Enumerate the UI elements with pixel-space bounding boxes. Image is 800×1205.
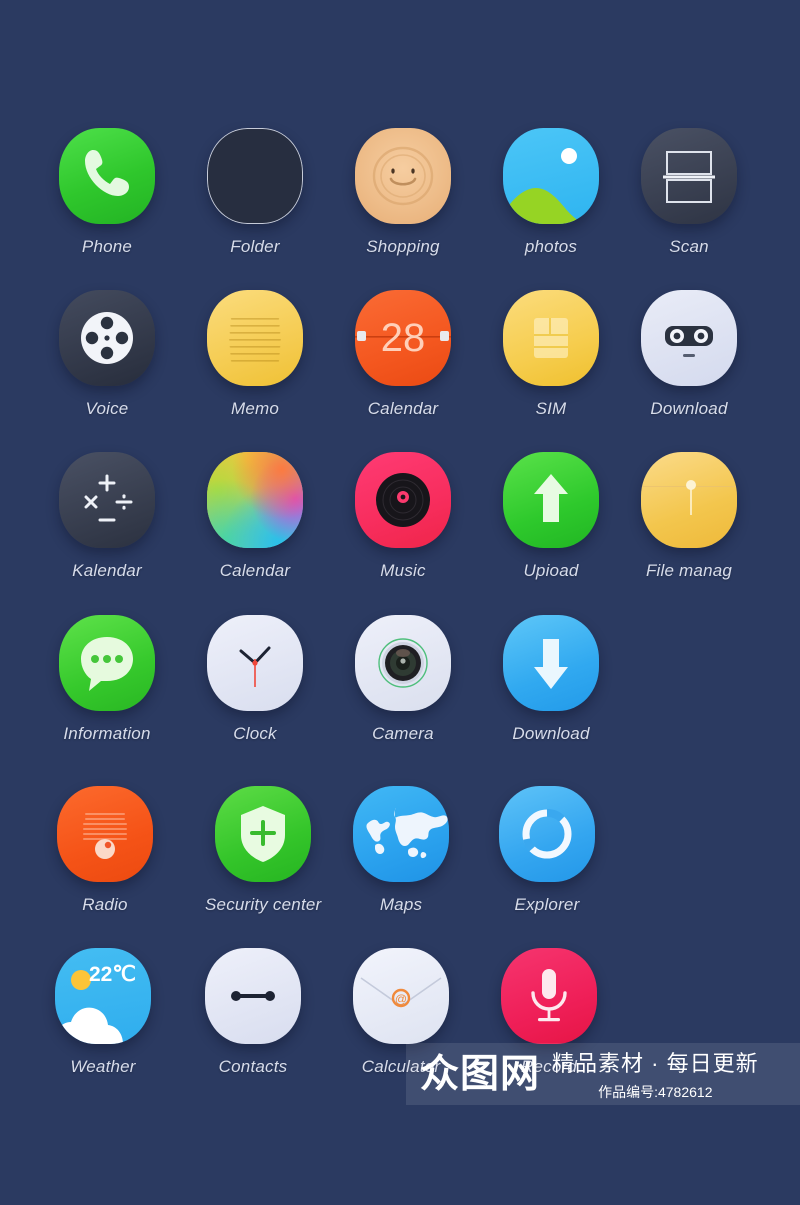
app-icon-calendar[interactable]: 28 Calendar: [355, 290, 451, 419]
sim-card-icon[interactable]: [503, 290, 599, 386]
app-icon-shopping[interactable]: Shopping: [355, 128, 451, 257]
chat-bubble-icon[interactable]: [59, 615, 155, 711]
app-icon-label: Download: [512, 724, 590, 743]
app-icon-label: Radio: [82, 895, 128, 914]
app-icon-download[interactable]: Download: [503, 615, 599, 744]
app-icon-label: Security center: [205, 895, 322, 914]
app-icon-label: Maps: [379, 895, 423, 914]
app-icon-label: Shopping: [366, 237, 440, 256]
envelope-at-icon[interactable]: @: [353, 948, 449, 1044]
app-icon-label: Camera: [372, 724, 434, 743]
app-icon-download[interactable]: Download: [641, 290, 737, 419]
pin-file-icon[interactable]: [641, 452, 737, 548]
app-icon-sim[interactable]: SIM: [503, 290, 599, 419]
app-icon-label: SIM: [535, 399, 567, 418]
app-icon-label: photos: [524, 237, 578, 256]
shield-plus-icon[interactable]: [215, 786, 312, 882]
app-icon-label: Music: [380, 561, 426, 580]
download-arrow-icon[interactable]: [503, 615, 599, 711]
phone-handset-icon[interactable]: [59, 128, 155, 224]
photo-landscape-icon[interactable]: [503, 128, 599, 224]
app-icon-file-manag[interactable]: File manag: [641, 452, 737, 581]
app-icon-label: Clock: [233, 724, 277, 743]
app-icon-voice[interactable]: Voice: [59, 290, 155, 419]
app-icon-label: Calendar: [219, 561, 291, 580]
app-icon-folder[interactable]: Folder: [207, 128, 303, 257]
app-icon-label: Explorer: [514, 895, 580, 914]
flip-calendar-icon[interactable]: 28: [355, 290, 451, 386]
app-icon-clock[interactable]: Clock: [207, 615, 303, 744]
camera-lens-icon[interactable]: [355, 615, 451, 711]
smiley-face-icon[interactable]: [355, 128, 451, 224]
app-icon-upioad[interactable]: Upioad: [503, 452, 599, 581]
scanner-icon[interactable]: [641, 128, 737, 224]
watermark: 众图网 精品素材 · 每日更新 作品编号:4782612: [406, 1043, 800, 1105]
app-icon-label: Kalendar: [72, 561, 142, 580]
app-icon-security-center[interactable]: Security center: [205, 786, 321, 915]
film-reel-icon[interactable]: [59, 290, 155, 386]
world-map-icon[interactable]: [353, 786, 449, 882]
app-icon-weather[interactable]: 22℃ Weather: [55, 948, 151, 1077]
app-icon-label: Download: [650, 399, 728, 418]
watermark-tagline: 精品素材 · 每日更新: [552, 1051, 759, 1076]
app-icon-label: Information: [63, 724, 151, 743]
watermark-work-id: 作品编号:4782612: [598, 1084, 713, 1100]
upload-arrow-icon[interactable]: [503, 452, 599, 548]
app-icon-maps[interactable]: Maps: [353, 786, 449, 915]
app-icon-phone[interactable]: Phone: [59, 128, 155, 257]
app-icon-label: Weather: [70, 1057, 136, 1076]
app-icon-label: Upioad: [523, 561, 579, 580]
app-icon-information[interactable]: Information: [59, 615, 155, 744]
circle-ring-icon[interactable]: [499, 786, 595, 882]
app-icon-contacts[interactable]: Contacts: [205, 948, 301, 1077]
app-icon-label: Phone: [81, 237, 133, 256]
robot-face-icon[interactable]: [641, 290, 737, 386]
app-icon-music[interactable]: Music: [355, 452, 451, 581]
app-icon-label: Memo: [230, 399, 280, 418]
analog-clock-icon[interactable]: [207, 615, 303, 711]
app-icon-label: Voice: [85, 399, 129, 418]
app-icon-label: File manag: [645, 561, 733, 580]
app-icon-kalendar[interactable]: Kalendar: [59, 452, 155, 581]
app-icon-scan[interactable]: Scan: [641, 128, 737, 257]
app-icon-explorer[interactable]: Explorer: [499, 786, 595, 915]
app-icon-label: Scan: [669, 237, 709, 256]
color-wheel-icon[interactable]: [207, 452, 303, 548]
watermark-logo: 众图网: [420, 1052, 541, 1096]
app-icon-photos[interactable]: photos: [503, 128, 599, 257]
app-icon-label: Folder: [230, 237, 280, 256]
app-icon-calendar[interactable]: Calendar: [207, 452, 303, 581]
icon-set-canvas: Phone Folder Shopping photos Scan Voice …: [0, 0, 800, 1205]
app-icon-label: Contacts: [218, 1057, 288, 1076]
contacts-link-icon[interactable]: [205, 948, 301, 1044]
radio-icon[interactable]: [57, 786, 153, 882]
sun-cloud-icon[interactable]: 22℃: [55, 948, 151, 1044]
app-icon-radio[interactable]: Radio: [57, 786, 153, 915]
microphone-icon[interactable]: [501, 948, 597, 1044]
folder-outline-icon[interactable]: [207, 128, 303, 224]
notepad-lines-icon[interactable]: [207, 290, 303, 386]
calculator-operators-icon[interactable]: [59, 452, 155, 548]
app-icon-camera[interactable]: Camera: [355, 615, 451, 744]
app-icon-label: Calendar: [367, 399, 439, 418]
svg-text:@: @: [395, 992, 407, 1006]
app-icon-memo[interactable]: Memo: [207, 290, 303, 419]
vinyl-record-icon[interactable]: [355, 452, 451, 548]
